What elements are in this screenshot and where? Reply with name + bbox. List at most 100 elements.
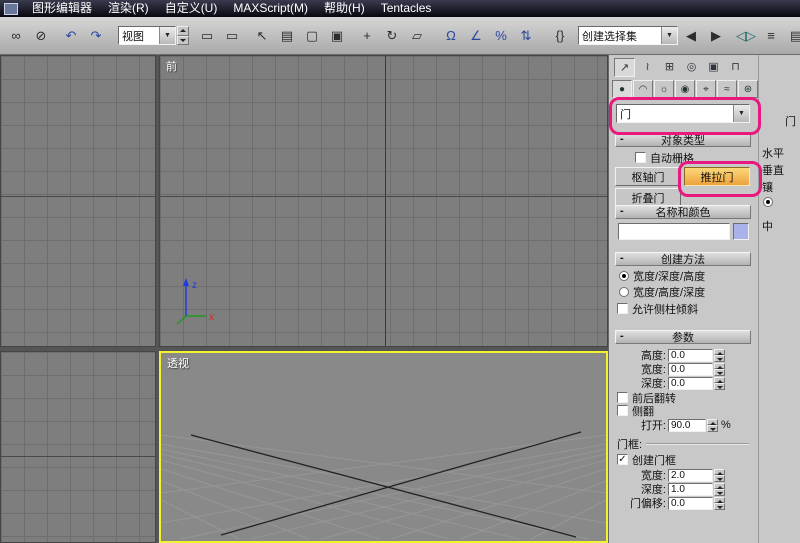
display-tab-icon[interactable]: ▣ [704,58,723,75]
viewport-perspective-label[interactable]: 透视 [167,355,189,371]
rollout-name-color[interactable]: - 名称和颜色 [615,205,751,219]
angle-snap-icon[interactable]: ∠ [464,24,488,48]
viewport-perspective[interactable]: 透视 [159,351,608,543]
second-column-radio[interactable] [763,197,773,207]
window-crossing-icon[interactable]: ▣ [325,24,349,48]
systems-icon[interactable]: ⊛ [738,80,758,98]
axis-tripod: z x [172,272,218,326]
menu-customize[interactable]: 自定义(U) [157,0,226,17]
select-and-rotate-icon[interactable]: ↻ [380,24,404,48]
spinner-up-icon[interactable] [177,26,189,36]
depth-field[interactable]: 0.0 [668,377,713,390]
rollout-parameters[interactable]: - 参数 [615,330,751,344]
menu-maxscript[interactable]: MAXScript(M) [225,0,316,17]
dropdown-arrow-icon[interactable]: ▼ [661,27,677,44]
lights-icon[interactable]: ☼ [654,80,674,98]
frame-depth-spinner[interactable] [714,483,725,496]
dropdown-arrow-icon[interactable]: ▼ [159,27,175,44]
spinner-down-icon[interactable] [707,425,718,432]
allow-tilt-checkbox[interactable] [617,303,628,314]
spinner-down-icon[interactable] [177,36,189,46]
named-selection-sets-icon[interactable]: {} [548,24,572,48]
creation-wdh-radio[interactable] [619,271,629,281]
open-field[interactable]: 90.0 [668,419,706,432]
prev-set-icon[interactable]: ◀ [679,24,703,48]
geometry-icon[interactable]: ● [612,80,632,98]
viewport-left-bottom[interactable] [0,351,156,543]
monitor-icon-1[interactable]: ▭ [195,24,219,48]
undo-icon[interactable]: ↶ [59,24,83,48]
rectangular-region-icon[interactable]: ▢ [300,24,324,48]
spinner-snap-icon[interactable]: ⇅ [514,24,538,48]
hierarchy-tab-icon[interactable]: ⊞ [660,58,679,75]
select-object-icon[interactable]: ↖ [250,24,274,48]
door-offset-row: 门偏移: 0.0 [613,496,725,510]
viewport-front[interactable]: 前 z x [159,55,608,347]
sliding-door-button[interactable]: 推拉门 [684,167,750,186]
snap-toggle-icon[interactable]: Ω [439,24,463,48]
viewport-layout-value: 视图 [119,27,159,44]
width-spinner[interactable] [714,363,725,376]
autogrid-checkbox[interactable] [635,152,646,163]
named-selection-combo[interactable]: 创建选择集 ▼ [578,26,678,45]
pivot-door-button[interactable]: 枢轴门 [615,167,681,186]
spinner-down-icon[interactable] [714,383,725,390]
align-icon[interactable]: ≡ [759,24,783,48]
door-offset-field[interactable]: 0.0 [668,497,713,510]
viewport-layout-dropdown[interactable]: 视图 ▼ [118,26,176,45]
percent-snap-icon[interactable]: % [489,24,513,48]
spinner-down-icon[interactable] [714,355,725,362]
frame-depth-field[interactable]: 1.0 [668,483,713,496]
next-set-icon[interactable]: ▶ [704,24,728,48]
second-column-vertical-label: 垂直 [762,162,784,178]
space-warps-icon[interactable]: ≈ [717,80,737,98]
select-and-move-icon[interactable]: + [355,24,379,48]
frame-width-spinner[interactable] [714,469,725,482]
object-name-input[interactable] [618,223,730,240]
rollout-object-type[interactable]: - 对象类型 [615,133,751,147]
select-by-name-icon[interactable]: ▤ [275,24,299,48]
motion-tab-icon[interactable]: ◎ [682,58,701,75]
menu-graph-editors[interactable]: 图形编辑器 [24,0,100,17]
spinner-down-icon[interactable] [714,489,725,496]
select-and-scale-icon[interactable]: ▱ [405,24,429,48]
depth-spinner[interactable] [714,377,725,390]
creation-whd-radio[interactable] [619,287,629,297]
viewport-left-top[interactable] [0,55,156,347]
width-field[interactable]: 0.0 [668,363,713,376]
flip-hinge-checkbox[interactable] [617,405,628,416]
menu-rendering[interactable]: 渲染(R) [100,0,157,17]
unlink-selection-icon[interactable]: ⊘ [29,24,53,48]
viewport-front-label[interactable]: 前 [166,58,177,74]
dropdown-arrow-icon[interactable]: ▼ [733,105,749,122]
helpers-icon[interactable]: ⌖ [696,80,716,98]
height-spinner[interactable] [714,349,725,362]
flip-swing-checkbox[interactable] [617,392,628,403]
spinner-down-icon[interactable] [714,503,725,510]
shapes-icon[interactable]: ◠ [633,80,653,98]
modify-tab-icon[interactable]: ≀ [638,58,657,75]
create-frame-checkbox[interactable]: ✓ [617,454,628,465]
open-spinner[interactable] [707,419,718,432]
depth-row: 深度: 0.0 [613,376,725,390]
door-offset-spinner[interactable] [714,497,725,510]
height-field[interactable]: 0.0 [668,349,713,362]
cameras-icon[interactable]: ◉ [675,80,695,98]
viewport-layout-spinner[interactable] [177,26,189,45]
frame-width-field[interactable]: 2.0 [668,469,713,482]
utilities-tab-icon[interactable]: ⊓ [726,58,745,75]
spinner-down-icon[interactable] [714,369,725,376]
rollout-creation-method[interactable]: - 创建方法 [615,252,751,266]
redo-icon[interactable]: ↷ [84,24,108,48]
category-dropdown[interactable]: 门 ▼ [616,104,750,123]
menu-tentacles[interactable]: Tentacles [373,0,440,17]
select-and-link-icon[interactable]: ∞ [4,24,28,48]
monitor-icon-2[interactable]: ▭ [220,24,244,48]
mirror-icon[interactable]: ◁▷ [734,24,758,48]
allow-tilt-row: 允许侧柱倾斜 [617,302,698,315]
menu-help[interactable]: 帮助(H) [316,0,373,17]
create-tab-icon[interactable]: ↗ [614,58,635,77]
object-color-swatch[interactable] [733,223,749,240]
layer-manager-icon[interactable]: ▤ [784,24,800,48]
spinner-down-icon[interactable] [714,475,725,482]
